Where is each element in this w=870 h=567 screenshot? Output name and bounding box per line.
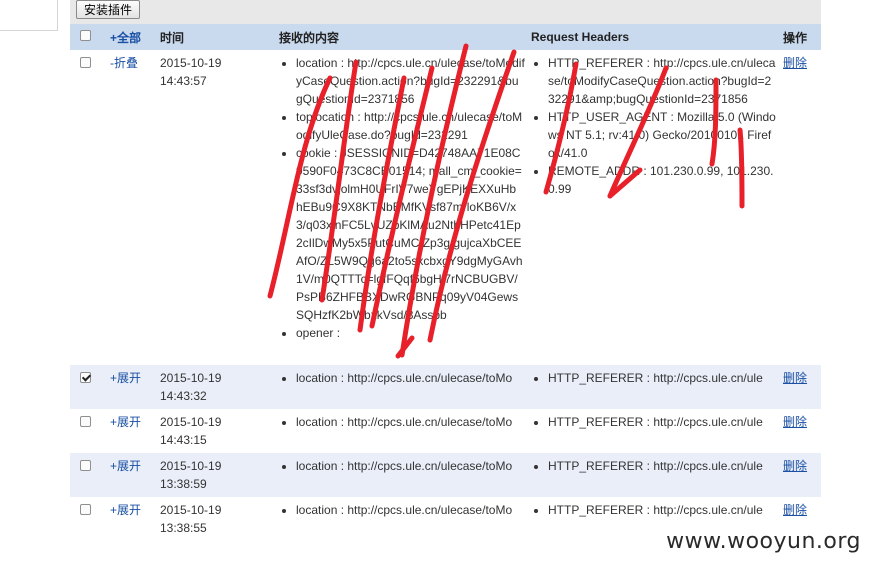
delete-link[interactable]: 删除 — [783, 415, 807, 429]
expand-toggle[interactable]: +展开 — [110, 503, 141, 517]
row-date: 2015-10-19 — [160, 415, 222, 429]
row-time: 14:43:15 — [160, 433, 207, 447]
content-item: cookie : JSESSIONID=D42748AA71E08C9590F0… — [296, 144, 525, 324]
content-cell: location : http://cpcs.ule.cn/ulecase/to… — [279, 50, 531, 365]
select-all-checkbox[interactable] — [80, 30, 91, 41]
row-date: 2015-10-19 — [160, 503, 222, 517]
content-item: opener : — [296, 324, 525, 342]
select-all-toggle[interactable]: +全部 — [110, 24, 160, 50]
records-table: +全部 时间 接收的内容 Request Headers 操作 -折叠 2015… — [70, 24, 821, 541]
table-row-expanded: -折叠 2015-10-19 14:43:57 location : http:… — [70, 50, 821, 365]
delete-link[interactable]: 删除 — [783, 503, 807, 517]
content-item: location : http://cpcs.ule.cn/ulecase/to… — [296, 369, 531, 387]
row-date: 2015-10-19 — [160, 56, 222, 70]
row-date: 2015-10-19 — [160, 371, 222, 385]
table-row: +展开 2015-10-19 13:38:59 location : http:/… — [70, 453, 821, 497]
expand-toggle[interactable]: +展开 — [110, 415, 141, 429]
header-item: HTTP_REFERER : http://cpcs.ule.cn/ule — [548, 457, 783, 475]
row-time: 14:43:32 — [160, 389, 207, 403]
content-item: toplocation : http://cpcs.ule.cn/ulecase… — [296, 108, 525, 144]
table-row: +展开 2015-10-19 14:43:15 location : http:/… — [70, 409, 821, 453]
delete-link[interactable]: 删除 — [783, 459, 807, 473]
header-item: HTTP_REFERER : http://cpcs.ule.cn/ulecas… — [548, 54, 777, 108]
expand-toggle[interactable]: +展开 — [110, 371, 141, 385]
row-checkbox[interactable] — [80, 57, 91, 68]
row-date: 2015-10-19 — [160, 459, 222, 473]
content-item: location : http://cpcs.ule.cn/ulecase/to… — [296, 457, 531, 475]
expand-toggle[interactable]: +展开 — [110, 459, 141, 473]
table-header-row: +全部 时间 接收的内容 Request Headers 操作 — [70, 24, 821, 50]
delete-link[interactable]: 删除 — [783, 56, 807, 70]
row-checkbox[interactable] — [80, 460, 91, 471]
row-checkbox[interactable] — [80, 372, 91, 383]
header-item: HTTP_REFERER : http://cpcs.ule.cn/ule — [548, 501, 783, 519]
row-time: 14:43:57 — [160, 74, 207, 88]
header-item: HTTP_REFERER : http://cpcs.ule.cn/ule — [548, 369, 783, 387]
row-time: 13:38:59 — [160, 477, 207, 491]
column-header-action: 操作 — [783, 24, 821, 50]
watermark: www.wooyun.org — [666, 529, 861, 554]
content-item: location : http://cpcs.ule.cn/ulecase/to… — [296, 501, 531, 519]
column-header-request-headers: Request Headers — [531, 24, 783, 50]
column-header-time: 时间 — [160, 24, 279, 50]
select-all-checkbox-cell — [70, 24, 110, 50]
row-checkbox[interactable] — [80, 504, 91, 515]
content-item: location : http://cpcs.ule.cn/ulecase/to… — [296, 413, 531, 431]
header-item: HTTP_REFERER : http://cpcs.ule.cn/ule — [548, 413, 783, 431]
row-checkbox[interactable] — [80, 416, 91, 427]
delete-link[interactable]: 删除 — [783, 371, 807, 385]
toolbar — [70, 0, 821, 24]
row-time: 13:38:55 — [160, 521, 207, 535]
left-panel-stub — [0, 0, 58, 31]
column-header-content: 接收的内容 — [279, 24, 531, 50]
install-plugin-button[interactable]: 安装插件 — [76, 0, 141, 19]
header-item: HTTP_USER_AGENT : Mozilla/5.0 (Windows N… — [548, 108, 777, 162]
collapse-toggle[interactable]: -折叠 — [110, 56, 138, 70]
header-item: REMOTE_ADDR : 101.230.0.99, 101.230.0.99 — [548, 162, 777, 198]
table-row: +展开 2015-10-19 14:43:32 location : http:/… — [70, 365, 821, 409]
headers-cell: HTTP_REFERER : http://cpcs.ule.cn/ulecas… — [531, 50, 783, 365]
content-item: location : http://cpcs.ule.cn/ulecase/to… — [296, 54, 525, 108]
